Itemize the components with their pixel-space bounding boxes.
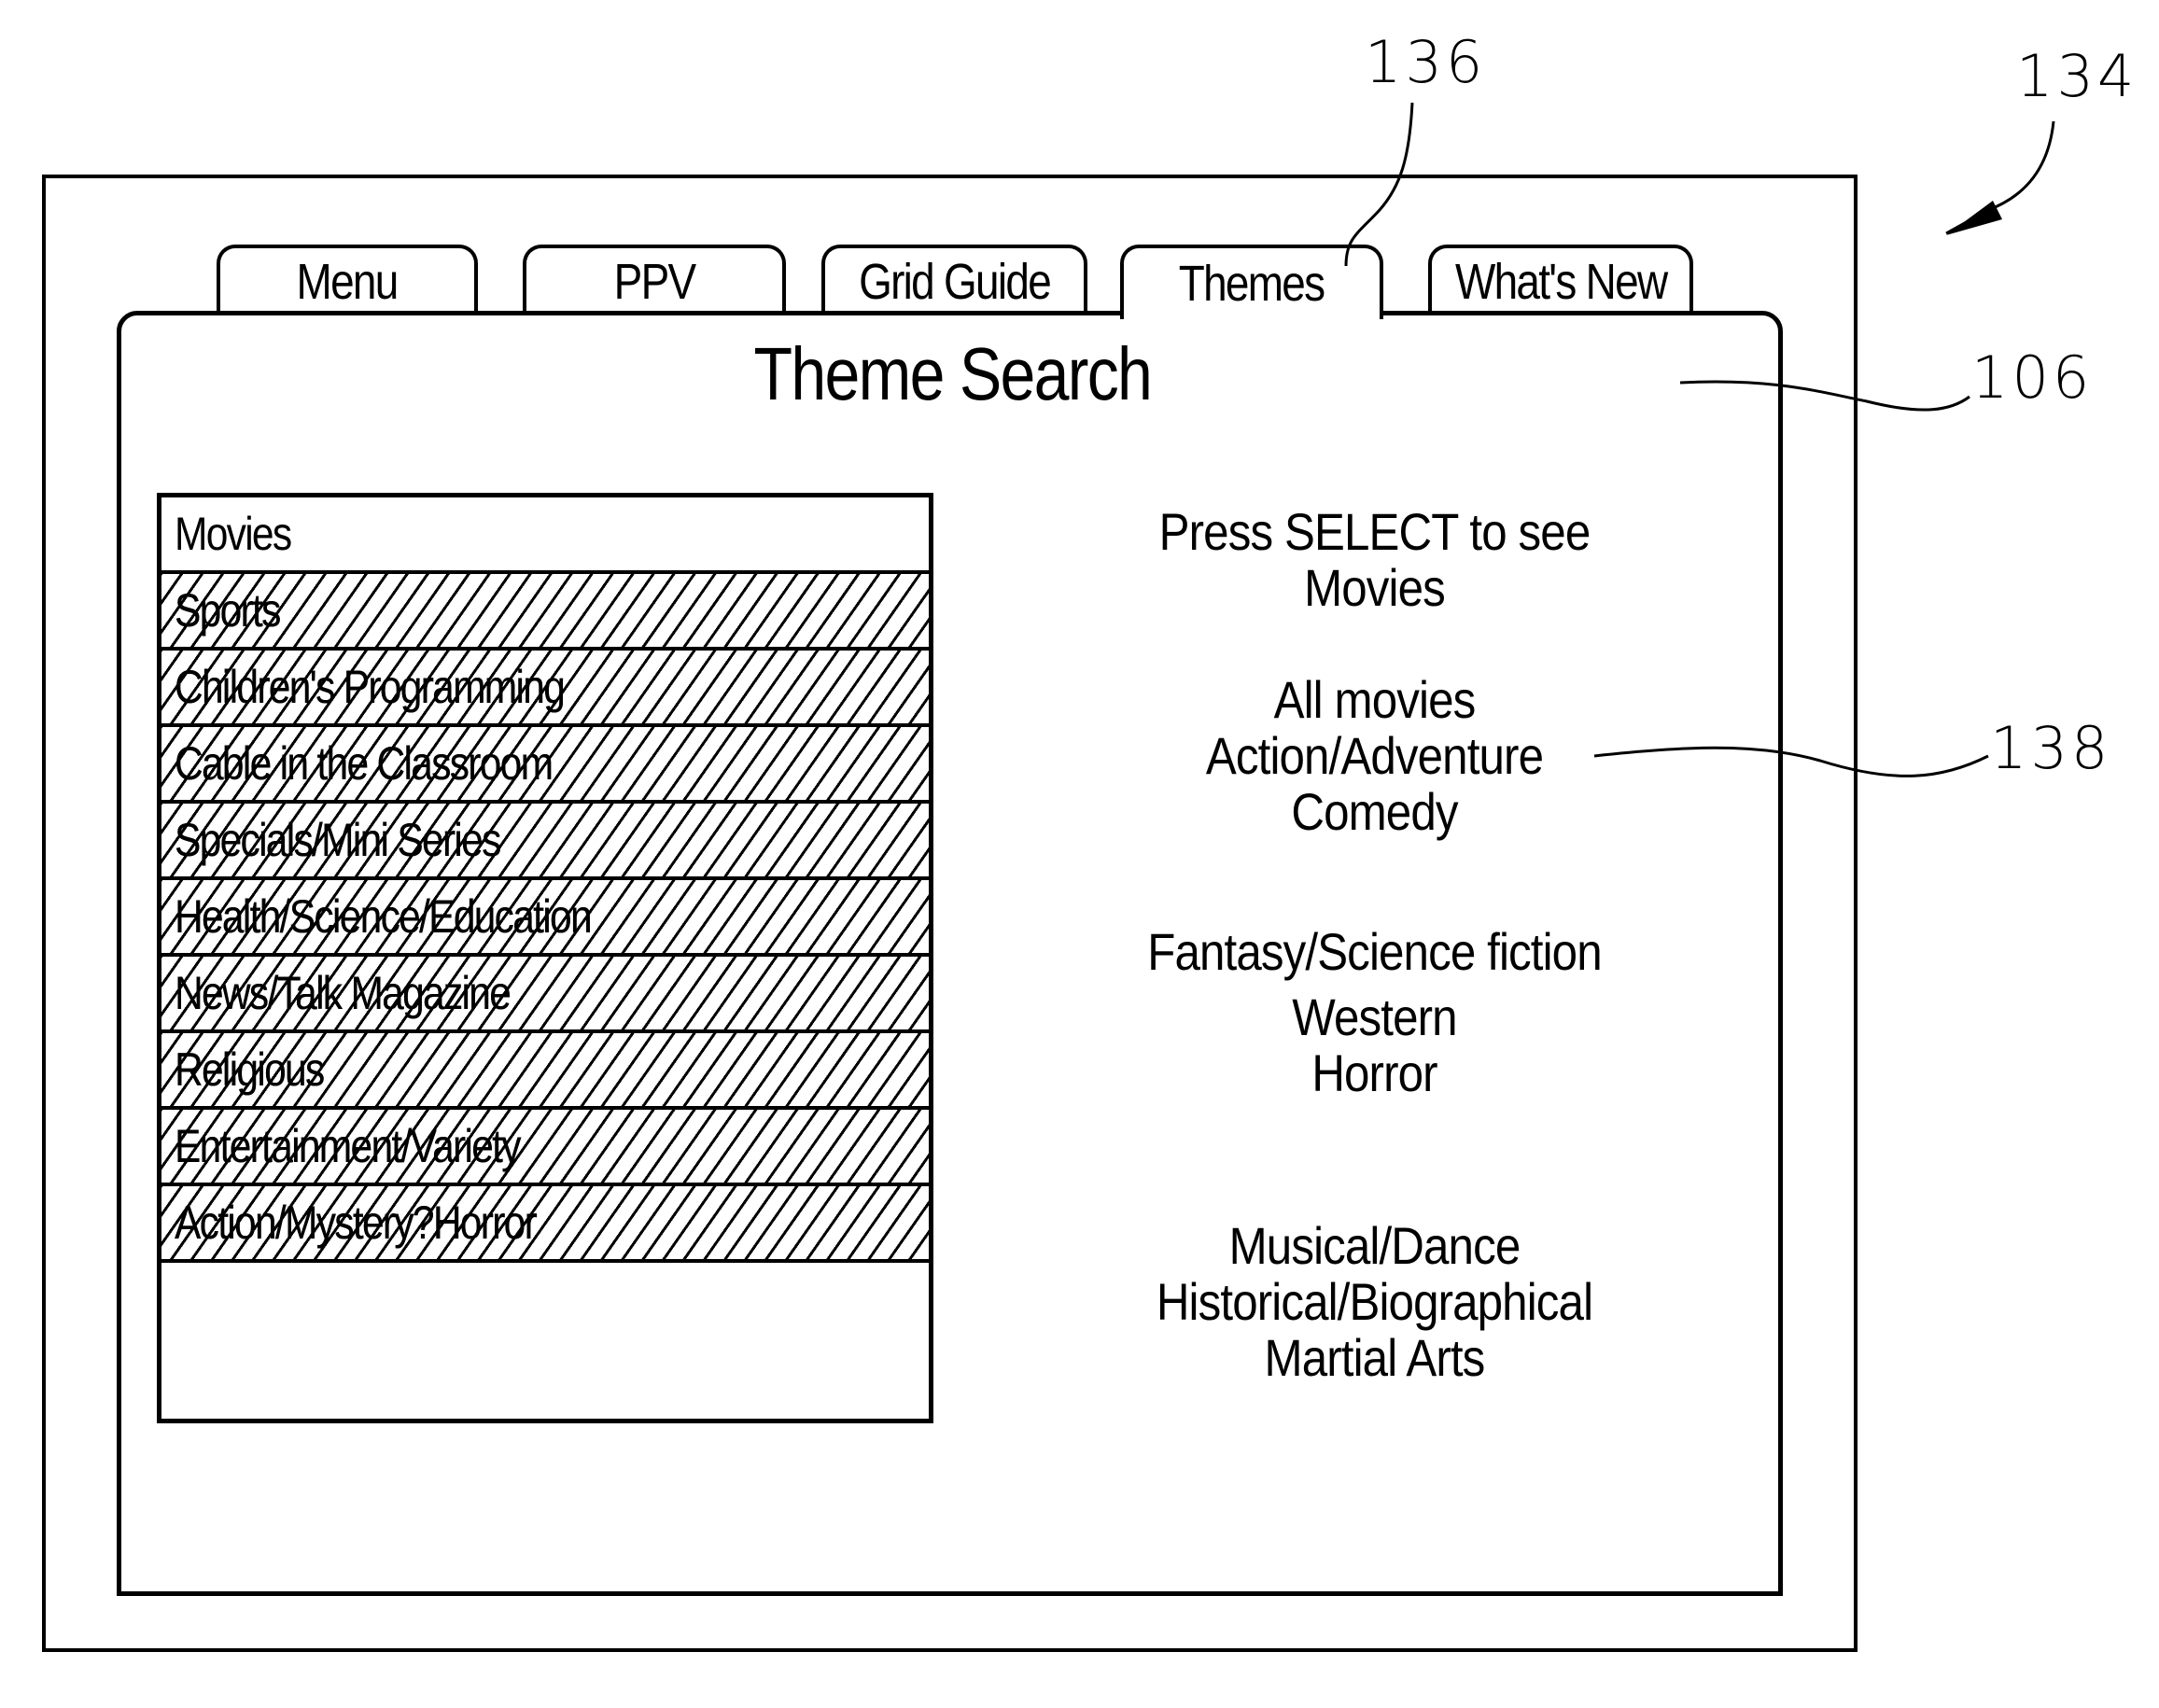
list-item-label: News/Talk Magazine [175, 967, 512, 1019]
subcategory-item: Martial Arts [1264, 1328, 1486, 1387]
arrowhead-icon [1946, 201, 2002, 235]
list-item-label: Sports [175, 584, 281, 637]
list-item-label: Action/Mystery?Horror [175, 1197, 538, 1249]
subcategory-item: Musical/Dance [1228, 1216, 1521, 1275]
theme-list[interactable]: Movies Sports Children's Programming Cable … [157, 493, 933, 1423]
list-item[interactable]: Health/Science/Education [161, 880, 929, 957]
list-item-label: Children's Programming [175, 661, 566, 713]
page-title-text: Theme Search [753, 332, 1152, 415]
subcategory-group: Musical/Dance Historical/Biographical Ma… [1073, 1218, 1675, 1386]
tab-label: Themes [1179, 256, 1325, 312]
list-item[interactable]: Action/Mystery?Horror [161, 1186, 929, 1263]
tab-label: What's New [1454, 254, 1668, 310]
subcategory-item: Action/Adventure [1205, 726, 1544, 785]
list-item-label: Entertainment/Variety [175, 1120, 522, 1172]
tab-whats-new[interactable]: What's New [1428, 245, 1693, 315]
list-item-label: Health/Science/Education [175, 890, 593, 943]
subcategory-item: Comedy [1291, 782, 1458, 841]
list-item[interactable]: News/Talk Magazine [161, 957, 929, 1033]
theme-description: Press SELECT to see Movies All movies Ac… [1073, 504, 1675, 1386]
tab-ppv[interactable]: PPV [523, 245, 786, 315]
subcategory-item: Historical/Biographical [1156, 1272, 1593, 1331]
select-prompt: Press SELECT to see Movies [1073, 504, 1675, 616]
list-item[interactable]: Specials/Mini Series [161, 804, 929, 880]
callout-label-106: 106 [1971, 343, 2094, 412]
list-item-selected[interactable]: Movies [161, 497, 929, 574]
prompt-line: Movies [1304, 558, 1446, 617]
tab-themes[interactable]: Themes [1120, 245, 1383, 319]
tab-label: PPV [613, 254, 696, 310]
list-item[interactable]: Children's Programming [161, 651, 929, 727]
tab-label: Menu [296, 254, 400, 310]
list-item[interactable]: Cable in the Classroom [161, 727, 929, 804]
list-item-label: Movies [175, 508, 292, 560]
tab-grid-guide[interactable]: Grid Guide [821, 245, 1087, 315]
tab-label: Grid Guide [859, 254, 1052, 310]
subcategory-item: Fantasy/Science fiction [1147, 922, 1602, 981]
subcategory-group: Fantasy/Science fiction Western Horror [1073, 924, 1675, 1101]
callout-label-136: 136 [1365, 28, 1487, 96]
subcategory-item: All movies [1273, 670, 1477, 729]
subcategory-item: Western [1292, 987, 1457, 1046]
list-item-label: Religious [175, 1043, 325, 1096]
list-item-label: Cable in the Classroom [175, 737, 554, 790]
list-item-label: Specials/Mini Series [175, 814, 501, 866]
leader-line-134 [1945, 120, 2055, 235]
page-title: Theme Search [117, 331, 1787, 417]
prompt-line: Press SELECT to see [1158, 502, 1591, 561]
subcategory-item: Horror [1311, 1043, 1437, 1102]
list-item[interactable]: Religious [161, 1033, 929, 1110]
subcategory-group: All movies Action/Adventure Comedy [1073, 672, 1675, 840]
list-item[interactable]: Entertainment/Variety [161, 1110, 929, 1186]
list-item[interactable]: Sports [161, 574, 929, 651]
tab-menu[interactable]: Menu [217, 245, 478, 315]
callout-label-134: 134 [2016, 42, 2138, 110]
callout-label-138: 138 [1990, 714, 2112, 782]
